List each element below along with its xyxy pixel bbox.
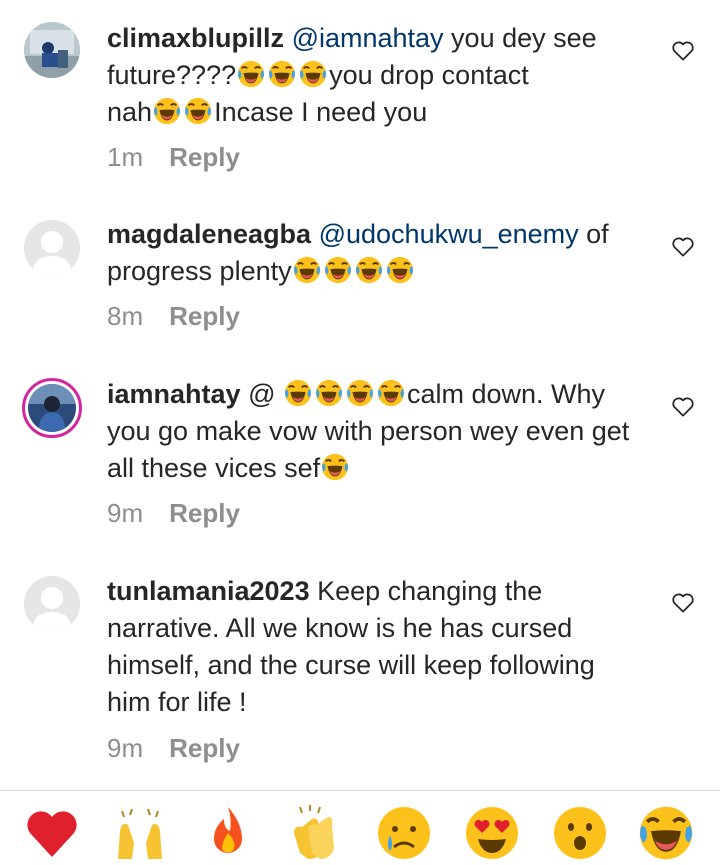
comment-text-line: of: [578, 219, 609, 249]
comment-username[interactable]: tunlamania2023: [107, 576, 310, 606]
mention-link[interactable]: @udochukwu_enemy: [319, 219, 579, 249]
comment-username[interactable]: iamnahtay: [107, 379, 241, 409]
heart-eyes-icon[interactable]: [462, 803, 522, 863]
avatar[interactable]: [22, 378, 82, 438]
comment-text-line: Incase I need you: [214, 97, 428, 127]
face-with-tears-of-joy-icon: [354, 255, 384, 285]
avatar[interactable]: [24, 22, 80, 78]
heart-outline-icon[interactable]: [670, 590, 696, 616]
comment-timestamp: 9m: [107, 498, 144, 528]
reply-button[interactable]: Reply: [169, 142, 240, 172]
face-with-tears-of-joy-icon: [183, 96, 213, 126]
face-with-tears-of-joy-icon: [267, 59, 297, 89]
comment-text-line: all these vices sef: [107, 453, 321, 483]
comment-meta: 9m Reply: [107, 498, 240, 529]
face-with-tears-of-joy-icon: [152, 96, 182, 126]
heart-outline-icon[interactable]: [670, 234, 696, 260]
comment-timestamp: 8m: [107, 301, 144, 331]
face-with-tears-of-joy-icon: [345, 378, 375, 408]
astonished-face-icon[interactable]: [550, 803, 610, 863]
comment-text-line: himself, and the curse will keep followi…: [107, 650, 595, 680]
comment-text-line: you dey see: [443, 23, 597, 53]
face-with-tears-of-joy-icon: [385, 255, 415, 285]
comment-text-line: calm down. Why: [406, 379, 606, 409]
face-with-tears-of-joy-icon: [298, 59, 328, 89]
comment-username[interactable]: climaxblupillz: [107, 23, 284, 53]
comment-timestamp: 9m: [107, 733, 144, 763]
comment-text-line: future????: [107, 60, 237, 90]
comment-text-line: Keep changing the: [309, 576, 543, 606]
face-with-tears-of-joy-icon: [314, 378, 344, 408]
face-with-tears-of-joy-icon: [323, 255, 353, 285]
comment-text-line: you go make vow with person wey even get: [107, 416, 630, 446]
comment-text: iamnahtay @ calm down. Why you go make v…: [107, 376, 647, 487]
face-with-tears-of-joy-icon: [376, 378, 406, 408]
reply-button[interactable]: Reply: [169, 733, 240, 763]
face-with-tears-of-joy-icon: [236, 59, 266, 89]
reply-button[interactable]: Reply: [169, 301, 240, 331]
comment-text: tunlamania2023 Keep changing the narrati…: [107, 573, 647, 721]
crying-face-icon[interactable]: [374, 803, 434, 863]
comment-meta: 8m Reply: [107, 301, 240, 332]
comment-text-line: him for life !: [107, 687, 247, 717]
comment-meta: 9m Reply: [107, 733, 240, 764]
comment-text-line: @: [240, 379, 283, 409]
reply-button[interactable]: Reply: [169, 498, 240, 528]
face-with-tears-of-joy-icon: [292, 255, 322, 285]
face-with-tears-of-joy-icon[interactable]: [636, 803, 696, 863]
comment-meta: 1m Reply: [107, 142, 240, 173]
comment-text: magdaleneagba @udochukwu_enemy of progre…: [107, 216, 647, 290]
comment-timestamp: 1m: [107, 142, 144, 172]
comment-username[interactable]: magdaleneagba: [107, 219, 311, 249]
comment-text-line: narrative. All we know is he has cursed: [107, 613, 573, 643]
heart-outline-icon[interactable]: [670, 38, 696, 64]
raising-hands-icon[interactable]: [110, 803, 170, 863]
face-with-tears-of-joy-icon: [283, 378, 313, 408]
fire-icon[interactable]: [198, 803, 258, 863]
mention-link[interactable]: @iamnahtay: [292, 23, 444, 53]
avatar[interactable]: [24, 220, 80, 276]
heart-outline-icon[interactable]: [670, 394, 696, 420]
avatar[interactable]: [24, 576, 80, 632]
face-with-tears-of-joy-icon: [320, 452, 350, 482]
comment-text: climaxblupillz @iamnahtay you dey see fu…: [107, 20, 647, 131]
comment-text-line: you drop contact: [329, 60, 529, 90]
comment-text-line: nah: [107, 97, 153, 127]
red-heart-icon[interactable]: [22, 803, 82, 863]
clapping-hands-icon[interactable]: [286, 803, 346, 863]
quick-reactions-bar: [0, 790, 720, 865]
comment-text-line: progress plenty: [107, 256, 292, 286]
